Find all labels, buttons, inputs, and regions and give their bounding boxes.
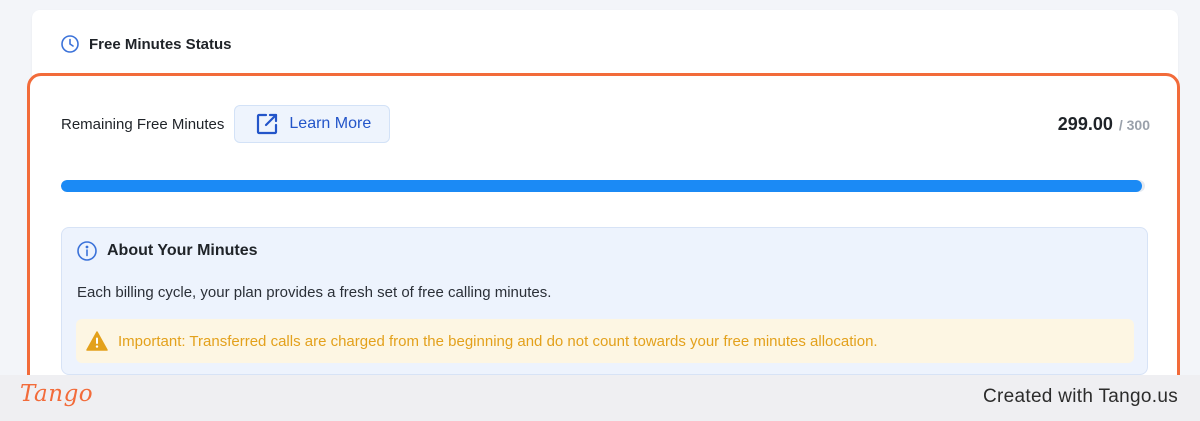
minutes-readout: 299.00 / 300 (1058, 114, 1150, 135)
remaining-minutes-row: Remaining Free Minutes Learn More 299.00… (61, 105, 1150, 143)
tango-footer: Tango Created with Tango.us (0, 375, 1200, 421)
minutes-progress-bar (61, 180, 1145, 192)
remaining-minutes-value: 299.00 (1057, 113, 1113, 134)
about-minutes-panel: About Your Minutes Each billing cycle, y… (61, 227, 1148, 375)
clock-icon (60, 34, 80, 54)
tango-credit-text: Created with Tango.us (982, 386, 1178, 407)
about-minutes-title: About Your Minutes (107, 242, 258, 259)
warning-icon (86, 331, 108, 351)
total-minutes-value: / 300 (1118, 116, 1150, 133)
card-header: Free Minutes Status (60, 32, 232, 56)
about-minutes-header: About Your Minutes (76, 240, 258, 262)
learn-more-button[interactable]: Learn More (234, 105, 391, 143)
external-link-icon (255, 112, 279, 136)
tango-logo: Tango (20, 381, 94, 407)
transfer-warning-banner: Important: Transferred calls are charged… (76, 319, 1134, 363)
remaining-minutes-label: Remaining Free Minutes (61, 115, 225, 133)
card-title: Free Minutes Status (89, 35, 232, 53)
info-icon (76, 240, 98, 262)
about-minutes-description: Each billing cycle, your plan provides a… (77, 284, 552, 301)
transfer-warning-text: Important: Transferred calls are charged… (118, 332, 878, 350)
minutes-progress-fill (61, 180, 1142, 192)
learn-more-label: Learn More (289, 115, 372, 132)
